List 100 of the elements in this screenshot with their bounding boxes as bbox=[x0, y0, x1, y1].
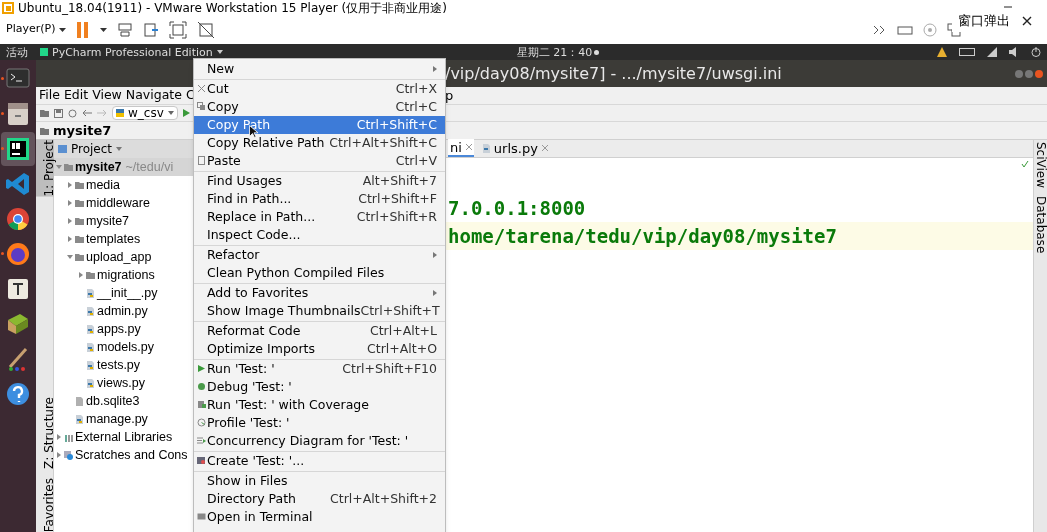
menu-item[interactable]: Directory Path Ctrl+Alt+Shift+2 bbox=[194, 490, 445, 508]
chevrons-icon[interactable] bbox=[873, 24, 887, 35]
caret-icon[interactable] bbox=[100, 27, 108, 32]
keyboard-icon[interactable] bbox=[959, 48, 975, 56]
window-title: /vip/day08/mysite7] - .../mysite7/uwsgi.ini bbox=[445, 62, 782, 85]
caret-icon bbox=[216, 50, 223, 54]
menu-item[interactable]: Run 'Test: ' Ctrl+Shift+F10 bbox=[194, 360, 445, 378]
tool-window-tab[interactable]: SciView bbox=[1031, 142, 1047, 189]
menu-item[interactable]: Run 'Test: ' with Coverage bbox=[194, 396, 445, 414]
menu-item[interactable]: New bbox=[194, 60, 445, 78]
power-icon[interactable] bbox=[1031, 47, 1041, 57]
copy-icon bbox=[197, 102, 206, 111]
clock[interactable]: 星期二 21：40 bbox=[516, 46, 593, 58]
python-file-icon bbox=[75, 414, 84, 424]
popup-label: 窗口弹出 bbox=[958, 12, 1010, 31]
project-icon bbox=[58, 145, 67, 153]
tree-item[interactable]: admin.py bbox=[54, 302, 193, 320]
menu-item[interactable]: Cut Ctrl+X bbox=[194, 80, 445, 98]
back-icon[interactable] bbox=[82, 109, 92, 117]
tree-item[interactable]: upload_app bbox=[54, 248, 193, 266]
tree-item[interactable]: Scratches and Cons bbox=[54, 446, 193, 464]
tree-item[interactable]: External Libraries bbox=[54, 428, 193, 446]
python-file-icon bbox=[86, 324, 95, 334]
menu-item[interactable]: Add to Favorites bbox=[194, 284, 445, 302]
volume-icon[interactable] bbox=[1009, 47, 1019, 57]
menu-item[interactable]: Show in Files bbox=[194, 472, 445, 490]
tree-item[interactable]: middleware bbox=[54, 194, 193, 212]
python-file-icon bbox=[86, 342, 95, 352]
window-controls-icon[interactable] bbox=[1015, 68, 1043, 79]
tree-item[interactable]: db.sqlite3 bbox=[54, 392, 193, 410]
window-title: Ubuntu_18.04(1911) - VMware Workstation 15 Player (仅用于非商业用途) bbox=[18, 1, 447, 14]
menu-item[interactable]: Paste Ctrl+V bbox=[194, 152, 445, 170]
scratch-icon bbox=[64, 450, 73, 460]
python-file-icon bbox=[86, 360, 95, 370]
player-menu[interactable]: Player(P) bbox=[6, 21, 67, 38]
menu-item[interactable]: Copy Ctrl+C bbox=[194, 98, 445, 116]
breadcrumb[interactable]: mysite7 bbox=[53, 120, 112, 141]
tree-item[interactable]: manage.py bbox=[54, 410, 193, 428]
help-icon bbox=[4, 380, 32, 408]
tool-window-tab[interactable]: Database bbox=[1031, 196, 1047, 254]
menu-item[interactable]: Replace in Path... Ctrl+Shift+R bbox=[194, 208, 445, 226]
menu-item[interactable]: Navigate bbox=[125, 86, 182, 105]
app-menu[interactable]: PyCharm Professional Edition bbox=[40, 46, 223, 58]
tree-item[interactable]: migrations bbox=[54, 266, 193, 284]
tree-item[interactable]: models.py bbox=[54, 338, 193, 356]
menu-item[interactable]: Open in Terminal bbox=[194, 508, 445, 526]
activities-button[interactable]: 活动 bbox=[6, 46, 28, 58]
editor-tab[interactable]: ni bbox=[448, 139, 474, 157]
menu-item[interactable]: Optimize Imports Ctrl+Alt+O bbox=[194, 340, 445, 358]
menu-item[interactable]: Copy Relative Path Ctrl+Alt+Shift+C bbox=[194, 134, 445, 152]
refresh-icon[interactable] bbox=[68, 108, 77, 118]
menu-item[interactable]: Create 'Test: '... bbox=[194, 452, 445, 470]
pause-icon[interactable] bbox=[76, 21, 91, 38]
menu-item[interactable]: Edit bbox=[63, 86, 89, 105]
menu-item[interactable]: p bbox=[445, 85, 454, 106]
tool-window-tab[interactable]: Favorites bbox=[35, 477, 54, 532]
menu-item[interactable]: View bbox=[92, 86, 122, 105]
menu-item[interactable]: File bbox=[39, 86, 60, 105]
menu-item[interactable]: Profile 'Test: ' bbox=[194, 414, 445, 432]
menu-item[interactable]: Clean Python Compiled Files bbox=[194, 264, 445, 282]
menu-item[interactable]: Concurrency Diagram for 'Test: ' bbox=[194, 432, 445, 450]
app-logo-icon bbox=[2, 1, 14, 14]
tree-item[interactable]: mysite7 bbox=[54, 212, 193, 230]
chrome-icon bbox=[4, 205, 32, 233]
dot-icon bbox=[594, 49, 600, 55]
run-icon bbox=[197, 364, 206, 373]
python-file-icon bbox=[481, 143, 490, 153]
editor-tab[interactable]: urls.py bbox=[479, 139, 550, 157]
python-file-icon bbox=[86, 306, 95, 316]
menu-item[interactable]: Show Image ThumbnailsCtrl+Shift+T bbox=[194, 302, 445, 320]
menu-item[interactable]: Debug 'Test: ' bbox=[194, 378, 445, 396]
python-file-icon bbox=[86, 288, 95, 298]
menu-item[interactable]: Find Usages Alt+Shift+7 bbox=[194, 172, 445, 190]
firefox-icon bbox=[4, 240, 32, 268]
menu-item[interactable]: Inspect Code... bbox=[194, 226, 445, 244]
tree-item[interactable]: views.py bbox=[54, 374, 193, 392]
python-file-icon bbox=[86, 378, 95, 388]
scissors-icon bbox=[197, 84, 206, 93]
menu-item[interactable]: Find in Path... Ctrl+Shift+F bbox=[194, 190, 445, 208]
close-icon[interactable] bbox=[1022, 16, 1032, 26]
clipboard-icon bbox=[197, 156, 206, 165]
tool-window-tab[interactable]: Z: Structure bbox=[35, 396, 54, 469]
menu-item[interactable]: Reformat Code Ctrl+Alt+L bbox=[194, 322, 445, 340]
code-line: 7.0.0.1:8000 bbox=[448, 195, 586, 221]
menu-item[interactable]: Copy Path Ctrl+Shift+C bbox=[194, 116, 445, 134]
menu-item[interactable]: Refactor bbox=[194, 246, 445, 264]
run-icon[interactable] bbox=[182, 109, 190, 117]
tree-item[interactable]: apps.py bbox=[54, 320, 193, 338]
code-editor-icon bbox=[4, 170, 32, 198]
tree-item[interactable]: tests.py bbox=[54, 356, 193, 374]
tree-item[interactable]: __init__.py bbox=[54, 284, 193, 302]
tree-item[interactable]: templates bbox=[54, 230, 193, 248]
caret-icon bbox=[167, 111, 174, 115]
caret-icon bbox=[116, 147, 123, 151]
library-icon bbox=[64, 432, 73, 442]
tree-item[interactable]: media bbox=[54, 176, 193, 194]
save-icon[interactable] bbox=[54, 108, 63, 118]
file-icon bbox=[75, 396, 84, 406]
run-config-dropdown[interactable]: w_csv bbox=[112, 106, 178, 120]
fullscreen-icon[interactable] bbox=[169, 20, 188, 39]
